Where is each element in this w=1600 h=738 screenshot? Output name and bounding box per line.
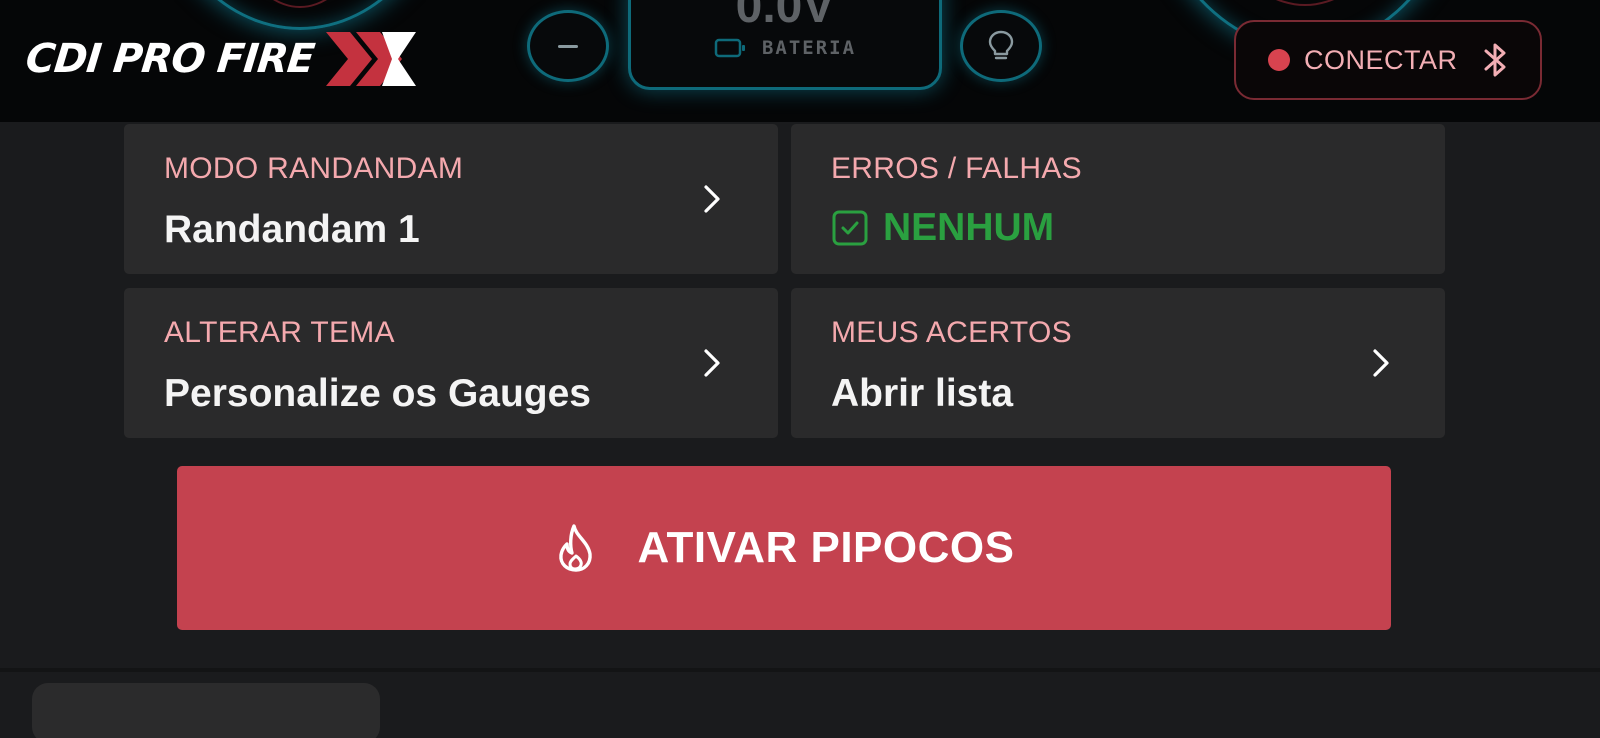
battery-row: BATERIA: [631, 37, 939, 59]
chevron-right-icon: [704, 185, 720, 213]
card-value: Randandam 1: [164, 208, 420, 251]
chevron-right-icon: [704, 349, 720, 377]
mode-randandam-card[interactable]: MODO RANDANDAM Randandam 1: [124, 124, 778, 274]
app-logo: CDI PRO FIRE: [23, 26, 420, 92]
card-value: Abrir lista: [831, 372, 1014, 415]
battery-voltage-display: 0.0V BATERIA: [628, 0, 942, 90]
logo-mark-icon: [325, 32, 416, 86]
bottom-divider: [0, 668, 1600, 672]
logo-text: CDI PRO FIRE: [23, 36, 317, 82]
errors-card: ERROS / FALHAS NENHUM: [791, 124, 1445, 274]
status-row: NENHUM: [831, 206, 1054, 250]
connection-status-dot: [1268, 49, 1290, 71]
chevron-right-icon: [1373, 349, 1389, 377]
voltage-value: 0.0V: [735, 0, 835, 33]
bluetooth-icon: [1484, 43, 1506, 77]
battery-icon: [714, 38, 745, 58]
connect-button[interactable]: CONECTAR: [1234, 20, 1542, 100]
activate-pipocos-button[interactable]: ATIVAR PIPOCOS: [177, 466, 1391, 630]
card-label: MEUS ACERTOS: [831, 316, 1072, 349]
connect-label: CONECTAR: [1304, 44, 1458, 75]
errors-status-value: NENHUM: [883, 206, 1055, 249]
battery-label: BATERIA: [761, 37, 857, 59]
my-settings-card[interactable]: MEUS ACERTOS Abrir lista: [791, 288, 1445, 438]
decrease-button[interactable]: [527, 10, 609, 82]
top-header: CDI PRO FIRE 0.0V BATERIA CONECTAR: [0, 0, 1600, 122]
card-label: MODO RANDANDAM: [164, 152, 464, 185]
minus-icon: [558, 44, 578, 48]
lightbulb-icon: [988, 30, 1014, 60]
change-theme-card[interactable]: ALTERAR TEMA Personalize os Gauges: [124, 288, 778, 438]
card-value: Personalize os Gauges: [164, 372, 592, 415]
card-label: ERROS / FALHAS: [831, 152, 1082, 185]
light-toggle-button[interactable]: [960, 10, 1042, 82]
cta-label: ATIVAR PIPOCOS: [637, 523, 1015, 572]
bottom-tab-pill[interactable]: [32, 683, 380, 738]
flame-icon: [558, 524, 592, 572]
card-label: ALTERAR TEMA: [164, 316, 395, 349]
check-square-icon: [832, 210, 868, 246]
